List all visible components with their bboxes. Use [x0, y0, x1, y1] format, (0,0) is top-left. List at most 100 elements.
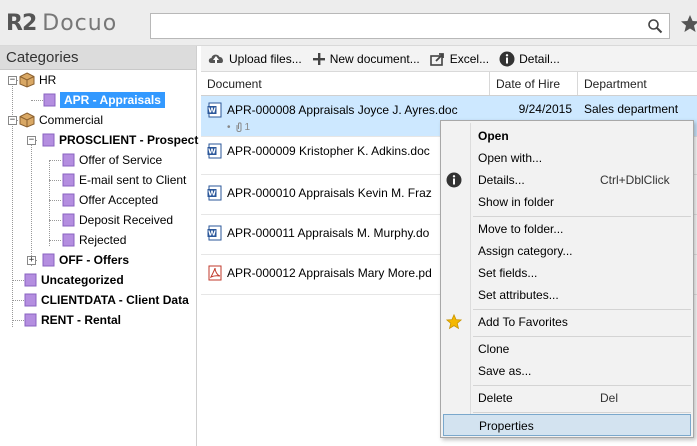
tag-icon	[62, 233, 75, 247]
tree-item-label: Uncategorized	[41, 273, 124, 287]
upload-files-label: Upload files...	[229, 51, 302, 66]
upload-files-button[interactable]: Upload files...	[207, 52, 302, 66]
delete-shortcut: Del	[600, 391, 619, 405]
menu-separator	[473, 412, 691, 413]
menu-item-show-in-folder[interactable]: Show in folder	[441, 191, 693, 213]
tree-item-label: Commercial	[39, 113, 104, 127]
app-header: R2 Docuo	[0, 0, 697, 46]
menu-item-set-attributes[interactable]: Set attributes...	[441, 284, 693, 306]
tree-item-label: OFF - Offers	[59, 253, 130, 267]
tree-item-prosclient[interactable]: − PROSCLIENT - Prospect	[27, 130, 198, 150]
date-of-hire-value: 9/24/2015	[518, 102, 572, 116]
tree-item-label: Deposit Received	[79, 213, 174, 227]
detail-button[interactable]: Detail...	[499, 51, 560, 67]
menu-item-set-fields[interactable]: Set fields...	[441, 262, 693, 284]
menu-item-assign-category[interactable]: Assign category...	[441, 240, 693, 262]
word-document-icon: W	[207, 143, 222, 159]
tree-item-off-offers[interactable]: + OFF - Offers	[27, 250, 129, 270]
new-document-label: New document...	[329, 51, 420, 66]
document-name: APR-000011 Appraisals M. Murphy.do	[227, 226, 430, 240]
menu-item-open[interactable]: Open	[441, 125, 693, 147]
svg-text:W: W	[208, 107, 216, 115]
tag-icon	[24, 273, 37, 287]
menu-separator	[473, 336, 691, 337]
logo-mark: R2	[6, 10, 37, 36]
svg-text:W: W	[208, 148, 216, 156]
tag-icon	[24, 293, 37, 307]
menu-item-properties[interactable]: Properties	[443, 414, 691, 436]
document-name: APR-000009 Kristopher K. Adkins.doc	[227, 144, 430, 158]
tree-item-label: E-mail sent to Client	[79, 173, 187, 187]
document-name: APR-000012 Appraisals Mary More.pd	[227, 266, 432, 280]
tree-item-label: Offer of Service	[79, 153, 163, 167]
menu-item-move-to-folder[interactable]: Move to folder...	[441, 218, 693, 240]
tree-item-hr[interactable]: − HR	[8, 70, 56, 90]
column-date-of-hire[interactable]: Date of Hire	[490, 72, 578, 95]
cloud-upload-icon	[208, 54, 223, 63]
menu-item-clone[interactable]: Clone	[441, 338, 693, 360]
tree-item-offer-accepted[interactable]: Offer Accepted	[62, 190, 158, 210]
tree-item-apr-appraisals[interactable]: APR - Appraisals	[43, 90, 165, 110]
column-department[interactable]: Department	[578, 72, 697, 95]
tag-icon	[62, 213, 75, 227]
export-icon	[429, 52, 444, 66]
logo-name: Docuo	[42, 10, 118, 36]
details-shortcut: Ctrl+DblClick	[600, 173, 670, 187]
menu-item-save-as[interactable]: Save as...	[441, 360, 693, 382]
info-icon	[499, 51, 515, 66]
row-meta: • 1	[227, 122, 251, 133]
table-header: Document Date of Hire Department	[201, 72, 697, 96]
info-icon	[446, 172, 462, 188]
tree-item-clientdata[interactable]: CLIENTDATA - Client Data	[24, 290, 189, 310]
tree-item-offer-of-service[interactable]: Offer of Service	[62, 150, 162, 170]
excel-export-button[interactable]: Excel...	[429, 51, 490, 66]
tree-item-commercial[interactable]: − Commercial	[8, 110, 103, 130]
menu-separator	[473, 385, 691, 386]
expand-toggle[interactable]: +	[27, 255, 36, 265]
tag-icon	[62, 153, 75, 167]
menu-item-details[interactable]: Details... Ctrl+DblClick	[441, 169, 693, 191]
tree-item-rent[interactable]: RENT - Rental	[24, 310, 121, 330]
collapse-toggle[interactable]: −	[8, 75, 17, 85]
tag-icon	[62, 193, 75, 207]
menu-item-add-to-favorites[interactable]: Add To Favorites	[441, 311, 693, 333]
detail-label: Detail...	[519, 51, 560, 66]
new-document-button[interactable]: New document...	[312, 52, 420, 66]
star-icon	[446, 314, 462, 330]
search-input[interactable]	[150, 13, 670, 39]
tree-item-email-sent[interactable]: E-mail sent to Client	[62, 170, 186, 190]
tree-item-label: Rejected	[79, 233, 127, 247]
menu-item-delete[interactable]: Delete Del	[441, 387, 693, 409]
menu-separator	[473, 216, 691, 217]
tree-item-uncategorized[interactable]: Uncategorized	[24, 270, 124, 290]
tag-icon	[62, 173, 75, 187]
excel-label: Excel...	[449, 51, 490, 66]
tree-item-rejected[interactable]: Rejected	[62, 230, 126, 250]
svg-text:W: W	[208, 190, 216, 198]
menu-separator	[473, 309, 691, 310]
search-icon[interactable]	[647, 18, 663, 34]
column-document[interactable]: Document	[201, 72, 490, 95]
crate-icon	[19, 112, 35, 128]
document-name: APR-000008 Appraisals Joyce J. Ayres.doc	[227, 103, 458, 117]
toolbar: Upload files... New document... Excel...…	[201, 46, 697, 72]
categories-panel: Categories − HR APR - Appraisals − Comme…	[0, 46, 198, 446]
tree-item-deposit-received[interactable]: Deposit Received	[62, 210, 173, 230]
favorites-star-icon[interactable]	[680, 14, 697, 34]
collapse-toggle[interactable]: −	[8, 115, 17, 125]
word-document-icon: W	[207, 102, 222, 118]
context-menu: Open Open with... Details... Ctrl+DblCli…	[440, 120, 694, 438]
tag-icon	[42, 133, 55, 147]
attachment-count: 1	[244, 122, 251, 133]
word-document-icon: W	[207, 185, 222, 201]
tree-item-label: APR - Appraisals	[60, 92, 165, 108]
crate-icon	[19, 72, 35, 88]
department-value: Sales department	[584, 102, 679, 116]
document-name: APR-000010 Appraisals Kevin M. Fraz	[227, 186, 432, 200]
tree-item-label: PROSCLIENT - Prospect	[59, 133, 199, 147]
menu-item-open-with[interactable]: Open with...	[441, 147, 693, 169]
svg-text:W: W	[208, 230, 216, 238]
collapse-toggle[interactable]: −	[27, 135, 36, 145]
tag-icon	[24, 313, 37, 327]
tree-item-label: Offer Accepted	[79, 193, 159, 207]
